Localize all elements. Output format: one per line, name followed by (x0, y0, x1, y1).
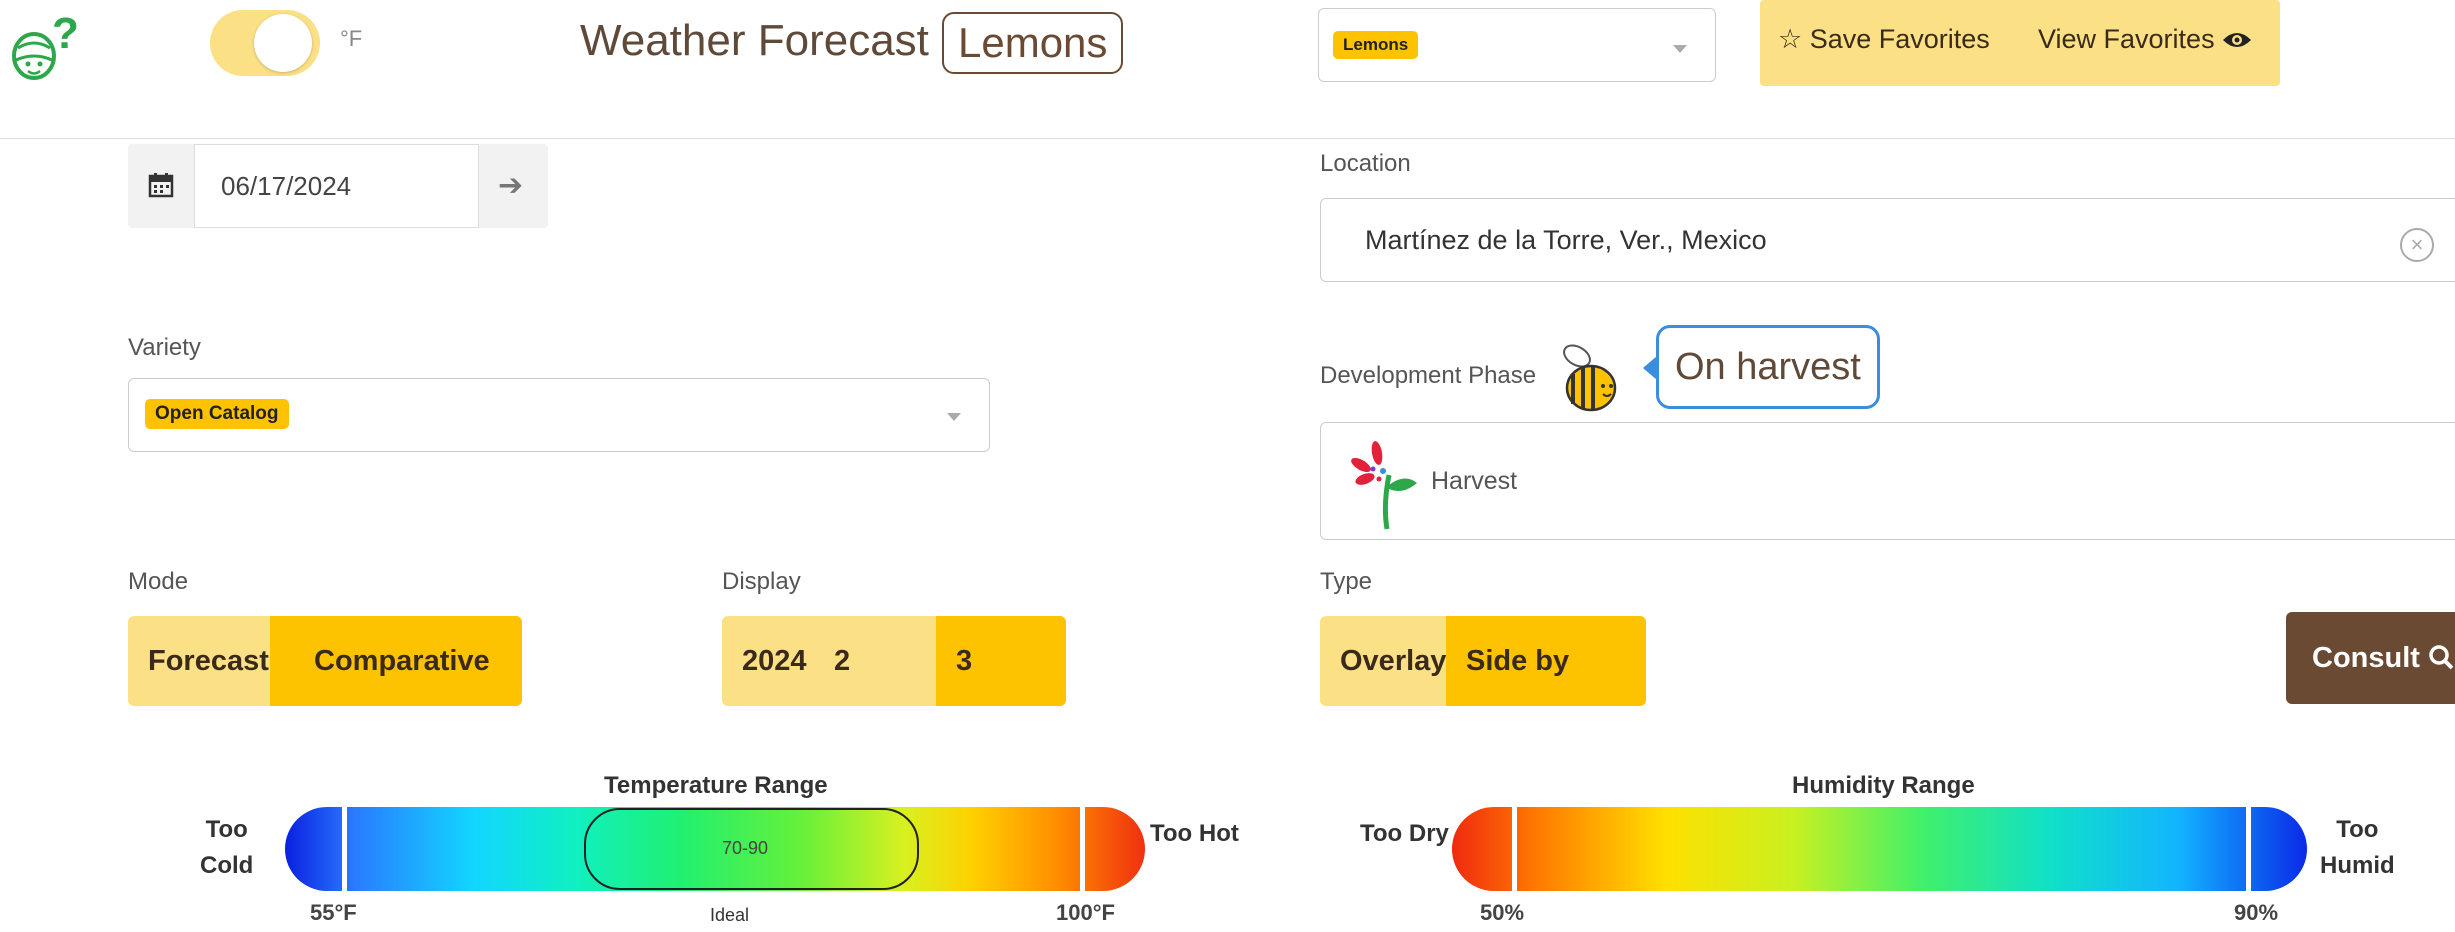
too-cold-label: Too Cold (200, 816, 254, 879)
bee-icon (1555, 336, 1625, 416)
display-2024-button[interactable]: 2024 (722, 616, 824, 706)
development-phase-label: Development Phase (1320, 362, 1537, 389)
chevron-down-icon (947, 413, 961, 421)
unit-toggle[interactable] (210, 10, 320, 76)
humidity-range-title: Humidity Range (1792, 772, 1975, 799)
temperature-max-label: 100°F (1056, 900, 1115, 925)
search-icon (2428, 642, 2454, 674)
header-divider (0, 138, 2455, 139)
ideal-range-value: 70-90 (722, 838, 769, 858)
humidity-gradient-bar (1452, 807, 2307, 891)
page-title: Weather Forecast (580, 16, 929, 65)
temperature-max-marker (1080, 804, 1085, 894)
location-input[interactable]: Martínez de la Torre, Ver., Mexico (1320, 198, 2455, 282)
humidity-min-marker (1512, 804, 1517, 894)
display-segmented-control: 2024 2 Years 3 Years (722, 616, 1066, 706)
location-label: Location (1320, 150, 1411, 177)
type-side-by-side-button[interactable]: Side by Side (1446, 616, 1646, 706)
variety-select-value: Open Catalog (145, 399, 289, 429)
too-hot-label: Too Hot (1150, 820, 1239, 847)
favorites-bar: ☆ Save Favorites View Favorites (1760, 0, 2280, 86)
clear-icon[interactable]: × (2400, 228, 2434, 262)
display-2-years-button[interactable]: 2 Years (824, 616, 936, 706)
humidity-max-marker (2246, 804, 2251, 894)
crop-select-value: Lemons (1333, 31, 1419, 59)
svg-text:?: ? (52, 9, 78, 58)
unit-label: °F (340, 26, 363, 51)
variety-label: Variety (128, 334, 201, 361)
temperature-range-title: Temperature Range (604, 772, 828, 799)
crop-select[interactable]: Lemons (1318, 8, 1716, 82)
chevron-down-icon (1673, 45, 1687, 53)
phase-bubble: On harvest (1643, 325, 1880, 409)
calendar-icon[interactable] (148, 172, 174, 198)
date-input[interactable]: 06/17/2024 (194, 144, 479, 228)
display-3-years-button[interactable]: 3 Years (936, 616, 1066, 706)
mode-comparative-button[interactable]: Comparative (270, 616, 522, 706)
title-crop-badge: Lemons (942, 12, 1124, 74)
mode-segmented-control: Forecast Comparative (128, 616, 522, 706)
view-favorites-button[interactable]: View Favorites (2038, 24, 2252, 55)
type-segmented-control: Overlay Side by Side (1320, 616, 1646, 706)
development-phase-select[interactable]: Harvest (1320, 422, 2455, 540)
variety-select[interactable]: Open Catalog (128, 378, 990, 452)
humidity-min-label: 50% (1480, 900, 1525, 925)
arrow-right-icon[interactable]: ➔ (498, 168, 523, 203)
star-icon: ☆ (1778, 24, 1803, 54)
too-humid-label: Too Humid (2320, 816, 2395, 879)
eye-icon (2222, 24, 2252, 54)
date-picker: 06/17/2024 ➔ (128, 144, 548, 228)
type-label: Type (1320, 568, 1373, 595)
flower-icon (1343, 435, 1423, 531)
type-overlay-button[interactable]: Overlay (1320, 616, 1446, 706)
temperature-min-label: 55°F (310, 900, 357, 925)
temperature-min-marker (342, 804, 347, 894)
development-phase-value: Harvest (1431, 467, 1518, 495)
app-logo-icon[interactable]: ? (8, 8, 79, 88)
display-label: Display (722, 568, 801, 595)
mode-forecast-button[interactable]: Forecast (128, 616, 270, 706)
mode-label: Mode (128, 568, 189, 595)
consult-button[interactable]: Consult (2286, 612, 2455, 704)
ideal-label: Ideal (710, 905, 750, 925)
save-favorites-button[interactable]: ☆ Save Favorites (1778, 24, 1990, 55)
humidity-max-label: 90% (2234, 900, 2279, 925)
toggle-knob (254, 14, 312, 72)
too-dry-label: Too Dry (1360, 820, 1449, 847)
